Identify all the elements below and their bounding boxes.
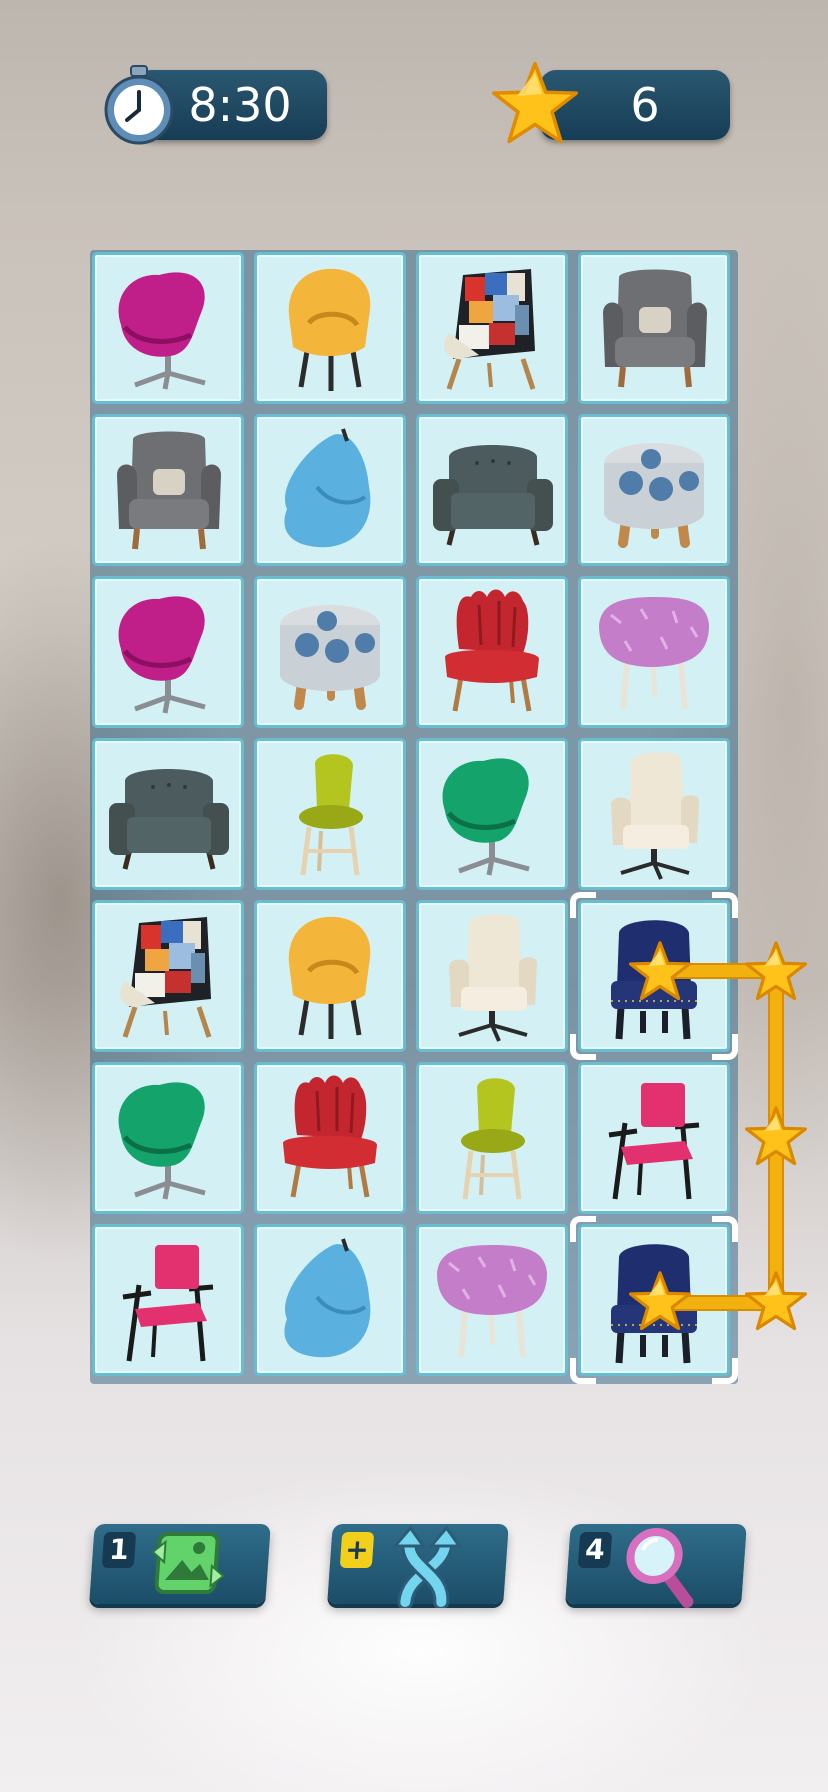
- gray-wingback-chair-icon: [603, 269, 707, 388]
- patchwork-wingback-chair-icon: [444, 269, 536, 390]
- hint-button[interactable]: 4: [565, 1524, 747, 1608]
- tile-pink-frame-chair[interactable]: [578, 1062, 730, 1214]
- shuffle-count-badge: 1: [101, 1532, 137, 1568]
- tile-lime-bar-stool[interactable]: [416, 1062, 568, 1214]
- shuffle-image-button[interactable]: 1: [89, 1524, 271, 1604]
- tile-magenta-egg-chair[interactable]: [92, 252, 244, 404]
- swap-arrows-icon: [392, 1525, 463, 1608]
- gray-armchair-icon: [433, 445, 553, 546]
- swap-plus-badge: +: [339, 1532, 375, 1568]
- tile-green-egg-chair[interactable]: [416, 738, 568, 890]
- tile-gray-armchair[interactable]: [416, 414, 568, 566]
- polka-ottoman-icon: [280, 605, 380, 710]
- tile-purple-fur-stool[interactable]: [416, 1224, 568, 1376]
- blue-bean-bag-icon: [284, 428, 371, 548]
- purple-fur-stool-icon: [599, 597, 709, 710]
- lime-bar-stool-icon: [461, 1078, 525, 1200]
- magnifier-hint-icon: [626, 1528, 694, 1608]
- tile-gray-wingback-chair[interactable]: [578, 252, 730, 404]
- red-scallop-chair-icon: [445, 589, 539, 712]
- path-star-icon: [744, 939, 808, 1003]
- selection-corner: [570, 1358, 596, 1384]
- shuffle-image-icon: [151, 1532, 225, 1594]
- tile-blue-bean-bag[interactable]: [254, 414, 406, 566]
- patchwork-wingback-chair-icon: [120, 917, 212, 1038]
- pink-frame-chair-icon: [608, 1083, 700, 1200]
- selection-corner: [570, 1216, 596, 1242]
- cream-office-chair-icon: [449, 914, 538, 1042]
- tile-magenta-egg-chair[interactable]: [92, 576, 244, 728]
- star-icon: [491, 61, 578, 144]
- tile-gray-armchair[interactable]: [92, 738, 244, 890]
- stopwatch-icon: [104, 65, 174, 145]
- tile-polka-ottoman[interactable]: [254, 576, 406, 728]
- path-star-icon: [744, 1269, 808, 1333]
- path-star-icon: [628, 1269, 692, 1333]
- yellow-shell-chair-icon: [288, 268, 371, 391]
- stars-count: 6: [630, 78, 660, 132]
- hint-count-badge: 4: [577, 1532, 613, 1568]
- selection-corner: [712, 1216, 738, 1242]
- magenta-egg-chair-icon: [118, 272, 206, 390]
- selection-corner: [712, 1034, 738, 1060]
- red-scallop-chair-icon: [283, 1075, 377, 1198]
- magenta-egg-chair-icon: [118, 596, 206, 714]
- tile-cream-office-chair[interactable]: [578, 738, 730, 890]
- green-egg-chair-icon: [118, 1082, 206, 1200]
- green-egg-chair-icon: [442, 758, 530, 876]
- tile-purple-fur-stool[interactable]: [578, 576, 730, 728]
- path-star-icon: [744, 1104, 808, 1168]
- tile-gray-wingback-chair[interactable]: [92, 414, 244, 566]
- selection-corner: [712, 1358, 738, 1384]
- pink-frame-chair-icon: [122, 1245, 214, 1362]
- tile-lime-bar-stool[interactable]: [254, 738, 406, 890]
- selection-corner: [570, 892, 596, 918]
- purple-fur-stool-icon: [437, 1245, 547, 1358]
- tile-red-scallop-chair[interactable]: [254, 1062, 406, 1214]
- tile-yellow-shell-chair[interactable]: [254, 900, 406, 1052]
- yellow-shell-chair-icon: [288, 916, 371, 1039]
- tile-pink-frame-chair[interactable]: [92, 1224, 244, 1376]
- gray-wingback-chair-icon: [117, 431, 221, 550]
- tile-green-egg-chair[interactable]: [92, 1062, 244, 1214]
- tile-blue-bean-bag[interactable]: [254, 1224, 406, 1376]
- gray-armchair-icon: [109, 769, 229, 870]
- timer-text: 8:30: [188, 78, 292, 132]
- path-star-icon: [628, 939, 692, 1003]
- selection-corner: [570, 1034, 596, 1060]
- tile-patchwork-wingback-chair[interactable]: [416, 252, 568, 404]
- tile-patchwork-wingback-chair[interactable]: [92, 900, 244, 1052]
- tile-yellow-shell-chair[interactable]: [254, 252, 406, 404]
- tile-red-scallop-chair[interactable]: [416, 576, 568, 728]
- cream-office-chair-icon: [611, 752, 700, 880]
- tile-polka-ottoman[interactable]: [578, 414, 730, 566]
- tile-cream-office-chair[interactable]: [416, 900, 568, 1052]
- swap-tiles-button[interactable]: +: [327, 1524, 509, 1608]
- selection-corner: [712, 892, 738, 918]
- polka-ottoman-icon: [604, 443, 704, 548]
- blue-bean-bag-icon: [284, 1238, 371, 1358]
- lime-bar-stool-icon: [299, 754, 363, 876]
